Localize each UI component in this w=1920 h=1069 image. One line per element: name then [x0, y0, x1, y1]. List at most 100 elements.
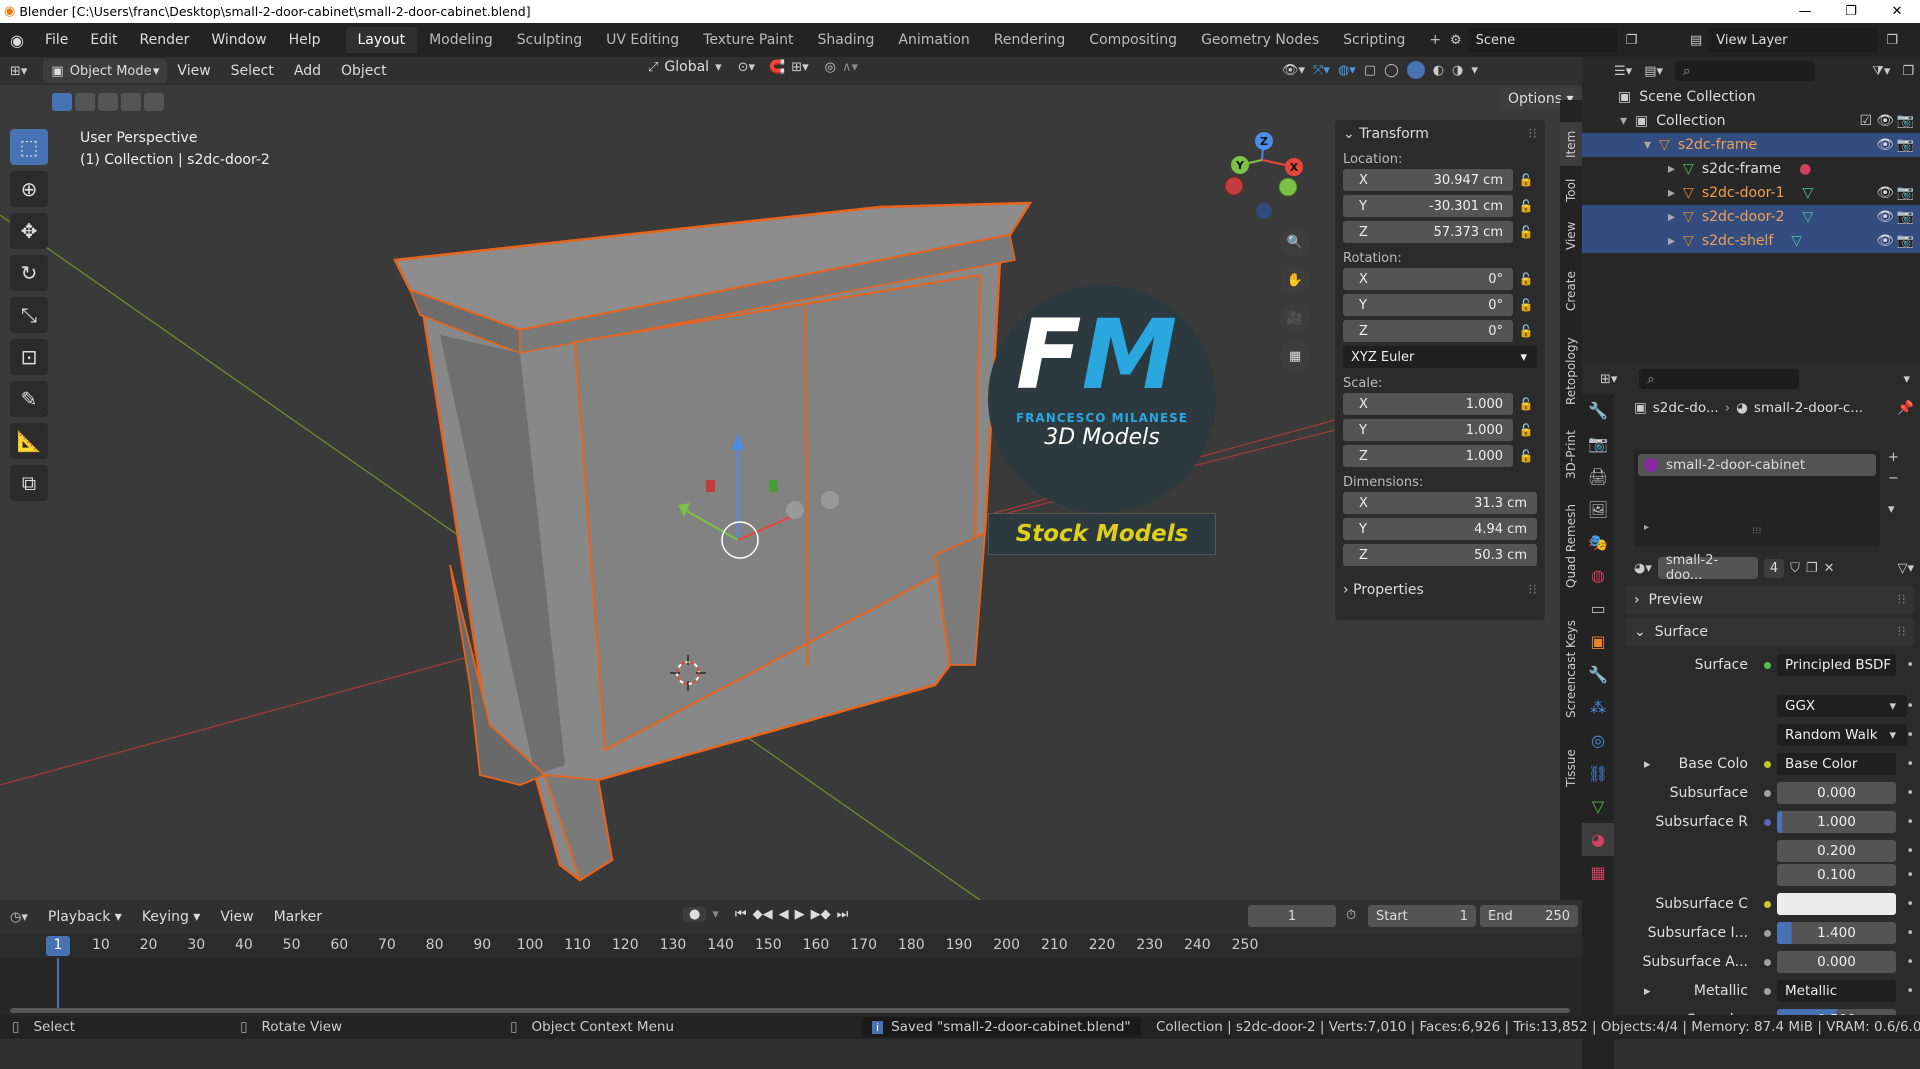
location-y-field[interactable]: Y -30.301 cm	[1343, 195, 1513, 217]
sidebar-tab-create[interactable]: Create	[1560, 262, 1582, 320]
frame-ruler[interactable]: 1 10 20 30 40 50 60 70 80 90 100 110 120 130 140 150 160…	[0, 934, 1582, 958]
keyframe-dot-icon[interactable]: •	[1896, 658, 1914, 673]
outliner-row[interactable]: ▣ Scene Collection	[1582, 85, 1920, 109]
outliner-row[interactable]: ▸ ▽ s2dc-door-1 ▽ 👁 📷	[1582, 181, 1920, 205]
lock-icon[interactable]: 🔓	[1513, 298, 1539, 312]
socket-icon[interactable]	[1764, 958, 1771, 966]
scale-y-field[interactable]: Y 1.000	[1343, 419, 1513, 441]
location-z-field[interactable]: Z 57.373 cm	[1343, 221, 1513, 243]
keyframe-dot-icon[interactable]: •	[1896, 786, 1914, 801]
world-properties-icon[interactable]: ◍	[1582, 559, 1614, 592]
collection-properties-icon[interactable]: ▭	[1582, 592, 1614, 625]
outliner-row[interactable]: ▾ ▣ Collection ☑ 👁 📷	[1582, 109, 1920, 133]
zoom-icon[interactable]: 🔍	[1280, 227, 1310, 257]
menu-marker[interactable]: Marker	[264, 909, 332, 925]
select-intersect-icon[interactable]	[144, 93, 164, 111]
socket-icon[interactable]	[1764, 900, 1771, 908]
sidebar-tab-screencast-keys[interactable]: Screencast Keys	[1560, 604, 1582, 734]
menu-help[interactable]: Help	[278, 32, 332, 48]
tab-animation[interactable]: Animation	[886, 27, 981, 53]
scale-tool-icon[interactable]: ⤡	[10, 297, 48, 333]
measure-tool-icon[interactable]: 📐	[10, 423, 48, 459]
expand-icon[interactable]: ▸	[1644, 522, 1649, 533]
select-new-icon[interactable]	[52, 93, 72, 111]
menu-playback[interactable]: Playback ▾	[38, 909, 132, 925]
lock-icon[interactable]: 🔓	[1513, 397, 1539, 411]
wireframe-shading-icon[interactable]: ◯	[1384, 63, 1399, 78]
lock-icon[interactable]: 🔓	[1513, 225, 1539, 239]
camera-render-icon[interactable]: 📷	[1897, 209, 1914, 225]
visibility-icon[interactable]: 👁▾	[1282, 63, 1305, 78]
keyframe-dot-icon[interactable]: •	[1896, 699, 1914, 714]
record-icon[interactable]: ●	[683, 907, 707, 922]
menu-window[interactable]: Window	[200, 32, 277, 48]
mode-dropdown[interactable]: ▣ Object Mode ▾	[43, 59, 168, 83]
material-properties-icon[interactable]: ◕	[1582, 823, 1614, 856]
preview-panel-header[interactable]: › Preview ⁝⁝	[1626, 586, 1914, 614]
tab-texture-paint[interactable]: Texture Paint	[691, 27, 805, 53]
end-frame-field[interactable]: End 250	[1480, 905, 1578, 927]
menu-keying[interactable]: Keying ▾	[132, 909, 211, 925]
camera-render-icon[interactable]: 📷	[1897, 137, 1914, 153]
lock-icon[interactable]: 🔓	[1513, 324, 1539, 338]
data-properties-icon[interactable]: ▽	[1582, 790, 1614, 823]
tool-properties-icon[interactable]: 🔧	[1582, 394, 1614, 427]
lock-icon[interactable]: 🔓	[1513, 173, 1539, 187]
eye-icon[interactable]: 👁	[1876, 113, 1894, 129]
gizmo-icon[interactable]: ⤧▾	[1313, 63, 1330, 78]
eye-icon[interactable]: 👁	[1876, 209, 1894, 225]
property-value[interactable]: 0.000	[1777, 782, 1896, 804]
scale-x-field[interactable]: X 1.000	[1343, 393, 1513, 415]
auto-key-options-icon[interactable]: ▾	[712, 907, 719, 922]
start-frame-field[interactable]: Start 1	[1368, 905, 1476, 927]
camera-render-icon[interactable]: 📷	[1897, 185, 1914, 201]
select-subtract-icon[interactable]	[98, 93, 118, 111]
keyframe-dot-icon[interactable]: •	[1896, 815, 1914, 830]
tab-layout[interactable]: Layout	[345, 27, 418, 53]
resize-handle-icon[interactable]: ⁝⁝⁝	[1752, 526, 1762, 537]
rotation-mode-dropdown[interactable]: XYZ Euler ▾	[1343, 346, 1537, 368]
material-slot[interactable]: small-2-door-cabinet	[1638, 454, 1876, 476]
transform-header[interactable]: ⌄ Transform ⁝⁝	[1335, 120, 1545, 148]
rotation-y-field[interactable]: Y 0°	[1343, 294, 1513, 316]
current-frame-field[interactable]: 1	[1248, 905, 1336, 927]
sidebar-tab-view[interactable]: View	[1560, 214, 1582, 258]
outliner-search-input[interactable]: ⌕	[1675, 61, 1815, 81]
keyframe-dot-icon[interactable]: •	[1896, 955, 1914, 970]
menu-timeline-view[interactable]: View	[210, 909, 263, 925]
dimensions-x-field[interactable]: X 31.3 cm	[1343, 492, 1537, 514]
slot-specials-icon[interactable]: ▾	[1888, 502, 1899, 517]
add-workspace-icon[interactable]: +	[1417, 27, 1453, 53]
annotate-tool-icon[interactable]: ✎	[10, 381, 48, 417]
keyframe-dot-icon[interactable]: •	[1896, 757, 1914, 772]
duplicate-icon[interactable]: ❐	[1806, 561, 1818, 576]
tab-modeling[interactable]: Modeling	[417, 27, 505, 53]
rotation-z-field[interactable]: Z 0°	[1343, 320, 1513, 342]
orientation-dropdown[interactable]: Global	[664, 59, 709, 75]
xray-icon[interactable]: ▢	[1364, 63, 1376, 78]
snap-icon[interactable]: 🧲	[769, 60, 785, 75]
snap-target-icon[interactable]: ⊞▾	[791, 60, 808, 75]
tab-rendering[interactable]: Rendering	[982, 27, 1078, 53]
ortho-grid-icon[interactable]: ▦	[1280, 341, 1310, 371]
timeline-tracks[interactable]	[0, 958, 1582, 1008]
editor-type-icon[interactable]: ⊞▾	[0, 64, 37, 79]
texture-properties-icon[interactable]: ▦	[1582, 856, 1614, 889]
outliner-row[interactable]: ▸ ▽ s2dc-frame ●	[1582, 157, 1920, 181]
lock-icon[interactable]: 🔓	[1513, 272, 1539, 286]
new-view-layer-icon[interactable]: ❐	[1886, 33, 1898, 48]
save-report[interactable]: i Saved "small-2-door-cabinet.blend"	[862, 1017, 1141, 1037]
socket-icon[interactable]	[1764, 872, 1771, 879]
timeline-scrollbar[interactable]	[0, 1008, 1582, 1015]
restore-icon[interactable]: ❐	[1828, 0, 1874, 23]
property-value[interactable]: 1.400	[1777, 922, 1896, 944]
cursor-tool-icon[interactable]: ⊕	[10, 171, 48, 207]
property-value[interactable]: Random Walk	[1777, 724, 1908, 746]
keyframe-dot-icon[interactable]: •	[1896, 868, 1914, 883]
jump-start-icon[interactable]: ⏮	[735, 907, 747, 922]
material-shading-icon[interactable]: ◐	[1433, 63, 1444, 78]
view-layer-properties-icon[interactable]: 🖼	[1582, 493, 1614, 526]
unlink-icon[interactable]: ✕	[1824, 561, 1835, 576]
rendered-shading-icon[interactable]: ◑	[1452, 63, 1463, 78]
menu-add[interactable]: Add	[284, 63, 331, 79]
